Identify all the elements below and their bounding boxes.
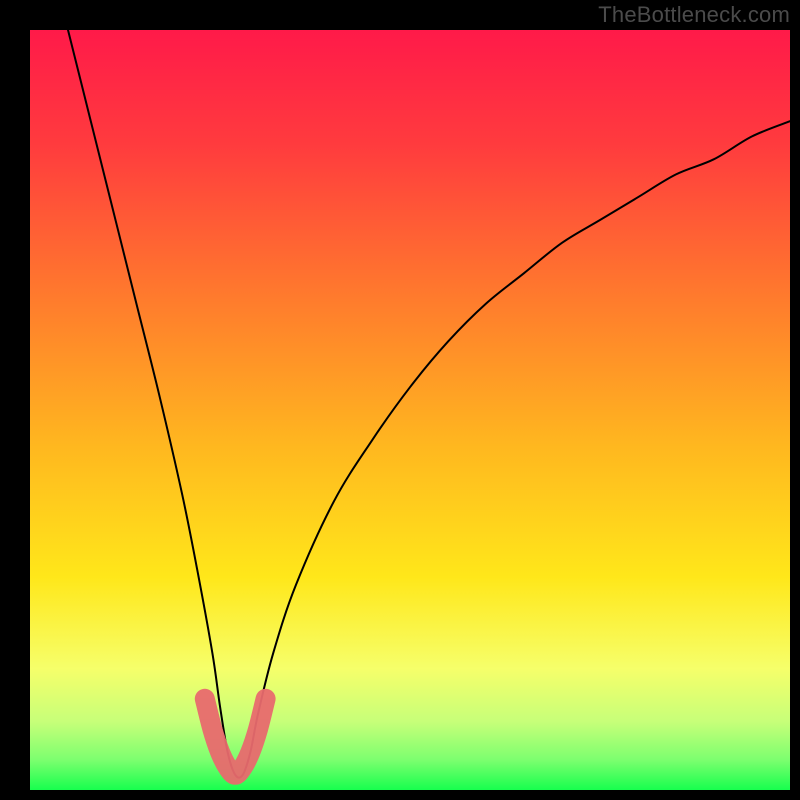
bottleneck-chart <box>0 0 800 800</box>
plot-background <box>30 30 790 790</box>
watermark-text: TheBottleneck.com <box>598 2 790 28</box>
chart-frame: TheBottleneck.com <box>0 0 800 800</box>
